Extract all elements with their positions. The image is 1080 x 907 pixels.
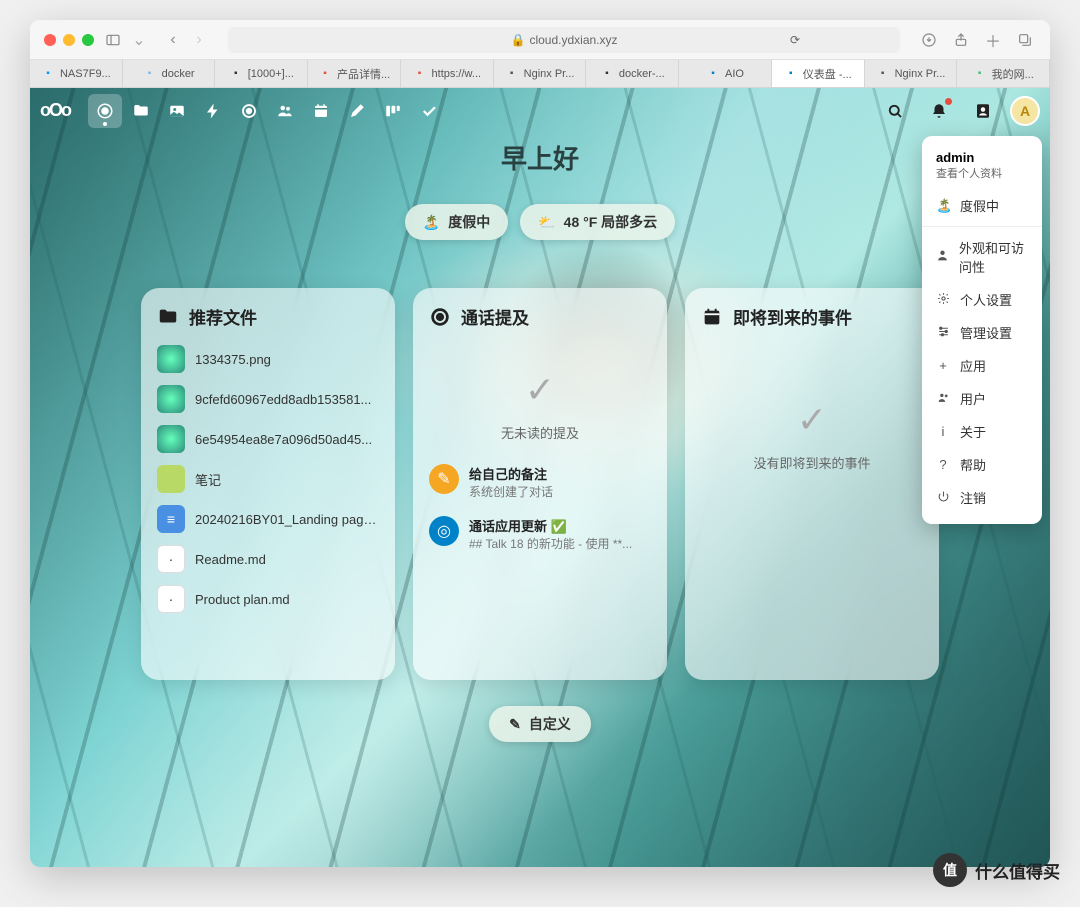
palm-tree-icon: 🏝️ — [423, 214, 440, 231]
file-row[interactable]: 9cfefd60967edd8adb153581... — [157, 379, 379, 419]
minimize-window-button[interactable] — [63, 34, 75, 46]
user-menu-item[interactable]: 个人设置 — [922, 283, 1042, 316]
url-text: cloud.ydxian.xyz — [529, 33, 617, 47]
contacts-menu-icon[interactable] — [966, 94, 1000, 128]
browser-titlebar: ⌄ ‹ › 🔒 cloud.ydxian.xyz ⟳ ＋ — [30, 20, 1050, 60]
browser-tab[interactable]: ▪NAS7F9... — [30, 60, 123, 87]
username-label: admin — [936, 150, 1028, 165]
browser-tab[interactable]: ▪docker — [123, 60, 216, 87]
user-avatar-button[interactable]: A — [1010, 96, 1040, 126]
browser-tab[interactable]: ▪https://w... — [401, 60, 494, 87]
new-tab-button[interactable]: ＋ — [982, 29, 1004, 51]
address-bar[interactable]: 🔒 cloud.ydxian.xyz ⟳ — [228, 27, 900, 53]
nav-photos-icon[interactable] — [160, 94, 194, 128]
watermark: 值 什么值得买 — [933, 853, 1060, 887]
user-menu-item[interactable]: 管理设置 — [922, 316, 1042, 349]
file-row[interactable]: 笔记 — [157, 459, 379, 499]
user-menu-item[interactable]: 外观和可访问性 — [922, 231, 1042, 283]
back-button[interactable]: ‹ — [162, 29, 184, 51]
watermark-badge: 值 — [933, 853, 967, 887]
folder-icon — [157, 306, 179, 328]
cloud-icon: ⛅ — [538, 214, 555, 231]
browser-tab[interactable]: ▪Nginx Pr... — [494, 60, 587, 87]
user-menu-item[interactable]: ?帮助 — [922, 448, 1042, 481]
widget-recommended-files: 推荐文件 1334375.png9cfefd60967edd8adb153581… — [141, 288, 395, 680]
search-icon[interactable] — [878, 94, 912, 128]
nav-tasks-icon[interactable] — [412, 94, 446, 128]
file-row[interactable]: ·Product plan.md — [157, 579, 379, 619]
maximize-window-button[interactable] — [82, 34, 94, 46]
downloads-icon[interactable] — [918, 29, 940, 51]
widget-title: 即将到来的事件 — [733, 304, 852, 329]
watermark-text: 什么值得买 — [975, 858, 1060, 883]
browser-tab[interactable]: ▪Nginx Pr... — [865, 60, 958, 87]
browser-tab-strip: ▪NAS7F9...▪docker▪[1000+]...▪产品详情...▪htt… — [30, 60, 1050, 88]
nav-deck-icon[interactable] — [376, 94, 410, 128]
checkmark-icon: ✓ — [429, 369, 651, 411]
nav-notes-icon[interactable] — [340, 94, 374, 128]
talk-icon — [429, 306, 451, 328]
app-top-nav: oOo A — [30, 88, 1050, 133]
status-pill-weather[interactable]: ⛅ 48 °F 局部多云 — [520, 204, 675, 240]
nav-talk-icon[interactable] — [232, 94, 266, 128]
forward-button[interactable]: › — [188, 29, 210, 51]
file-row[interactable]: ·Readme.md — [157, 539, 379, 579]
user-menu-item[interactable]: 🏝️度假中 — [922, 189, 1042, 222]
pencil-icon: ✎ — [509, 716, 521, 733]
user-menu-item[interactable]: i关于 — [922, 415, 1042, 448]
tabs-overview-icon[interactable] — [1014, 29, 1036, 51]
greeting-text: 早上好 — [30, 139, 1050, 176]
close-window-button[interactable] — [44, 34, 56, 46]
user-dropdown-menu: admin 查看个人资料 🏝️度假中外观和可访问性个人设置管理设置+应用用户i关… — [922, 136, 1042, 524]
view-profile-label: 查看个人资料 — [936, 165, 1028, 181]
file-row[interactable]: 1334375.png — [157, 339, 379, 379]
browser-tab[interactable]: ▪AIO — [679, 60, 772, 87]
widget-talk-mentions: 通话提及 ✓ 无未读的提及 ✎ 给自己的备注系统创建了对话◎ 通话应用更新 ✅#… — [413, 288, 667, 680]
browser-tab[interactable]: ▪docker-... — [586, 60, 679, 87]
nav-activity-icon[interactable] — [196, 94, 230, 128]
checkmark-icon: ✓ — [701, 399, 923, 441]
nav-files-icon[interactable] — [124, 94, 158, 128]
browser-tab[interactable]: ▪产品详情... — [308, 60, 401, 87]
share-icon[interactable] — [950, 29, 972, 51]
calendar-icon — [701, 306, 723, 328]
tab-overview-chevron[interactable]: ⌄ — [132, 29, 146, 51]
nav-dashboard-icon[interactable] — [88, 94, 122, 128]
browser-tab[interactable]: ▪我的网... — [957, 60, 1050, 87]
user-menu-header[interactable]: admin 查看个人资料 — [922, 146, 1042, 189]
user-menu-item[interactable]: 用户 — [922, 382, 1042, 415]
user-menu-item[interactable]: 注销 — [922, 481, 1042, 514]
empty-state-text: 没有即将到来的事件 — [701, 453, 923, 472]
talk-item[interactable]: ◎ 通话应用更新 ✅## Talk 18 的新功能 - 使用 **... — [429, 508, 651, 560]
browser-tab[interactable]: ▪仪表盘 -... — [772, 60, 865, 87]
widget-title: 推荐文件 — [189, 304, 257, 329]
widget-upcoming-events: 即将到来的事件 ✓ 没有即将到来的事件 — [685, 288, 939, 680]
status-pill-vacation[interactable]: 🏝️ 度假中 — [405, 204, 508, 240]
customize-button[interactable]: ✎ 自定义 — [489, 706, 591, 742]
nav-calendar-icon[interactable] — [304, 94, 338, 128]
sidebar-toggle-icon[interactable] — [102, 29, 124, 51]
browser-tab[interactable]: ▪[1000+]... — [215, 60, 308, 87]
nav-contacts-icon[interactable] — [268, 94, 302, 128]
file-row[interactable]: ≡20240216BY01_Landing page... — [157, 499, 379, 539]
user-menu-item[interactable]: +应用 — [922, 349, 1042, 382]
talk-item[interactable]: ✎ 给自己的备注系统创建了对话 — [429, 456, 651, 508]
widget-title: 通话提及 — [461, 304, 529, 329]
notifications-icon[interactable] — [922, 94, 956, 128]
nextcloud-logo[interactable]: oOo — [40, 100, 80, 121]
empty-state-text: 无未读的提及 — [429, 423, 651, 442]
file-row[interactable]: 6e54954ea8e7a096d50ad45... — [157, 419, 379, 459]
